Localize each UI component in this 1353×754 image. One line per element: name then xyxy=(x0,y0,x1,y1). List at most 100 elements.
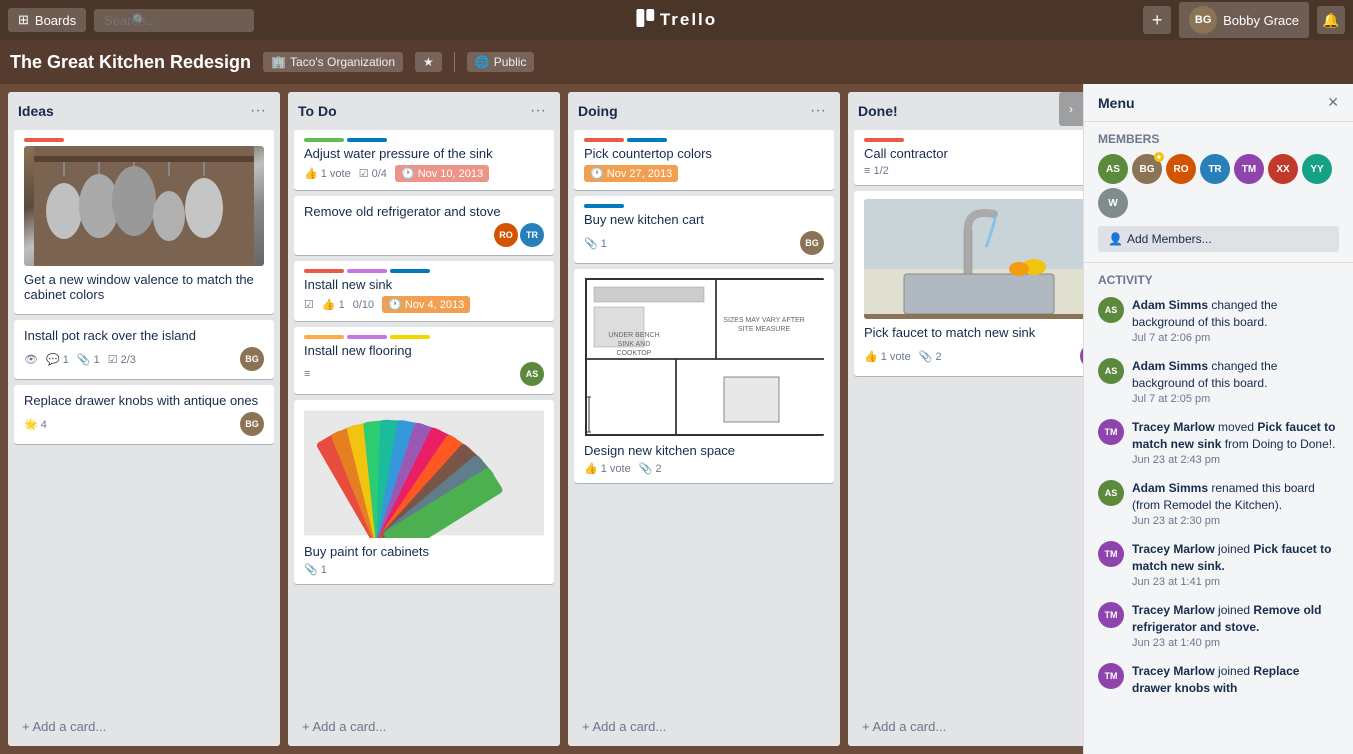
list-cards-todo: Adjust water pressure of the sink 👍 1 vo… xyxy=(288,130,560,713)
app-name: Trello xyxy=(660,10,717,30)
activity-time: Jun 23 at 2:30 pm xyxy=(1132,514,1339,529)
list-menu-button-doing[interactable]: ··· xyxy=(806,100,830,122)
star-button[interactable]: ★ xyxy=(415,52,442,72)
add-card-button-ideas[interactable]: + Add a card... xyxy=(14,713,274,740)
member-avatar-tm[interactable]: TM xyxy=(1234,154,1264,184)
add-card-button-todo[interactable]: + Add a card... xyxy=(294,713,554,740)
activity-item-1: AS Adam Simms changed the background of … xyxy=(1098,297,1339,346)
card-countertop-colors[interactable]: Pick countertop colors 🕐 Nov 27, 2013 xyxy=(574,130,834,190)
activity-text: Tracey Marlow joined Remove old refriger… xyxy=(1132,602,1339,651)
card-labels xyxy=(304,269,544,273)
member-avatar-tr[interactable]: TR xyxy=(1200,154,1230,184)
card-water-pressure[interactable]: Adjust water pressure of the sink 👍 1 vo… xyxy=(294,130,554,190)
org-button[interactable]: 🏢 Taco's Organization xyxy=(263,52,403,72)
card-drawer-knobs[interactable]: Replace drawer knobs with antique ones 🌟… xyxy=(14,385,274,444)
list-cards-doing: Pick countertop colors 🕐 Nov 27, 2013 Bu… xyxy=(568,130,840,713)
card-call-contractor[interactable]: Call contractor ≡ 1/2 xyxy=(854,130,1114,185)
list-title-ideas: Ideas xyxy=(18,103,54,119)
card-labels xyxy=(584,138,824,142)
paint-swatches-illustration xyxy=(304,408,544,538)
add-card-button-done[interactable]: + Add a card... xyxy=(854,713,1114,740)
activity-time: Jul 7 at 2:05 pm xyxy=(1132,392,1339,407)
card-remove-fridge[interactable]: Remove old refrigerator and stove RO TR xyxy=(294,196,554,255)
add-button[interactable]: + xyxy=(1143,6,1171,34)
activity-avatar: TM xyxy=(1098,663,1124,689)
svg-text:UNDER BENCH: UNDER BENCH xyxy=(608,332,659,339)
card-pick-faucet[interactable]: Pick faucet to match new sink 👍 1 vote 📎… xyxy=(854,191,1114,376)
list-title-done: Done! xyxy=(858,103,898,119)
card-pot-rack[interactable]: Install pot rack over the island 👁 💬 1 📎… xyxy=(14,320,274,379)
svg-text:SIZES MAY VARY AFTER: SIZES MAY VARY AFTER xyxy=(723,317,804,324)
card-kitchen-cart[interactable]: Buy new kitchen cart 📎 1 BG xyxy=(574,196,834,263)
card-footer: 🌟 4 BG xyxy=(24,412,264,436)
toggle-panel-button[interactable]: › xyxy=(1059,92,1083,126)
boards-button[interactable]: ⊞ Boards xyxy=(8,8,86,32)
menu-title: Menu xyxy=(1098,95,1135,111)
card-footer: 📎 1 xyxy=(304,563,544,576)
card-image-floorplan: UNDER BENCH SINK AND COOKTOP SIZES MAY V… xyxy=(584,277,824,437)
badge-votes: 👍 1 vote xyxy=(584,462,631,475)
member-avatar-bg[interactable]: BG ★ xyxy=(1132,154,1162,184)
label-red xyxy=(864,138,904,142)
card-title: Buy paint for cabinets xyxy=(304,544,544,559)
card-footer: ≡ 1/2 xyxy=(864,165,1104,177)
badge-comments: 💬 1 xyxy=(46,353,69,366)
search-input[interactable] xyxy=(94,9,254,32)
activity-text: Tracey Marlow joined Replace drawer knob… xyxy=(1132,663,1339,697)
board-title[interactable]: The Great Kitchen Redesign xyxy=(10,52,251,73)
card-title: Get a new window valence to match the ca… xyxy=(24,272,264,302)
card-footer: 👍 1 vote ☑ 0/4 🕐 Nov 10, 2013 xyxy=(304,165,544,182)
member-avatar-yy[interactable]: YY xyxy=(1302,154,1332,184)
notification-button[interactable]: 🔔 xyxy=(1317,6,1345,34)
list-menu-button-ideas[interactable]: ··· xyxy=(246,100,270,122)
card-avatar: BG xyxy=(800,231,824,255)
card-install-sink[interactable]: Install new sink ☑ 👍 1 0/10 🕐 Nov 4, 201… xyxy=(294,261,554,321)
label-green xyxy=(304,138,344,142)
badge-date: 🕐 Nov 4, 2013 xyxy=(382,296,470,313)
card-image-kitchen xyxy=(864,199,1104,319)
user-name: Bobby Grace xyxy=(1223,13,1299,28)
app-logo: Trello xyxy=(636,9,717,32)
activity-avatar: TM xyxy=(1098,602,1124,628)
search-icon: 🔍 xyxy=(132,13,147,27)
top-nav: ⊞ Boards 🔍 Trello + BG Bobby Grace 🔔 xyxy=(0,0,1353,40)
list-header-todo: To Do ··· xyxy=(288,92,560,130)
activity-avatar: AS xyxy=(1098,297,1124,323)
card-footer: 🕐 Nov 27, 2013 xyxy=(584,165,824,182)
card-design-kitchen[interactable]: UNDER BENCH SINK AND COOKTOP SIZES MAY V… xyxy=(574,269,834,483)
member-avatar-ro[interactable]: RO xyxy=(1166,154,1196,184)
activity-item-7: TM Tracey Marlow joined Replace drawer k… xyxy=(1098,663,1339,697)
list-title-doing: Doing xyxy=(578,103,618,119)
card-avatar: BG xyxy=(240,412,264,436)
label-blue xyxy=(584,204,624,208)
list-header-doing: Doing ··· xyxy=(568,92,840,130)
label-blue xyxy=(347,138,387,142)
add-card-button-doing[interactable]: + Add a card... xyxy=(574,713,834,740)
card-install-flooring[interactable]: Install new flooring ≡ AS xyxy=(294,327,554,394)
badge-attachments: 📎 1 xyxy=(584,237,607,250)
menu-close-button[interactable]: ✕ xyxy=(1327,94,1339,111)
visibility-button[interactable]: 🌐 Public xyxy=(467,52,535,72)
label-purple xyxy=(347,269,387,273)
label-orange xyxy=(304,335,344,339)
badge-checklist: 0/10 xyxy=(353,299,374,311)
activity-avatar: AS xyxy=(1098,358,1124,384)
activity-text: Adam Simms renamed this board (from Remo… xyxy=(1132,480,1339,529)
label-red xyxy=(304,269,344,273)
member-avatar-xx[interactable]: XX xyxy=(1268,154,1298,184)
list-menu-button-todo[interactable]: ··· xyxy=(526,100,550,122)
member-avatar-w[interactable]: W xyxy=(1098,188,1128,218)
card-window-valence[interactable]: Get a new window valence to match the ca… xyxy=(14,130,274,314)
activity-item-3: TM Tracey Marlow moved Pick faucet to ma… xyxy=(1098,419,1339,468)
boards-label: Boards xyxy=(35,13,76,28)
activity-title: Activity xyxy=(1098,273,1339,287)
member-avatar-as[interactable]: AS xyxy=(1098,154,1128,184)
activity-section: Activity AS Adam Simms changed the backg… xyxy=(1084,263,1353,754)
card-title: Pick faucet to match new sink xyxy=(864,325,1104,340)
members-section: Members AS BG ★ RO TR TM XX YY W 👤 Add M… xyxy=(1084,122,1353,263)
avatar-1: RO xyxy=(494,223,518,247)
add-members-button[interactable]: 👤 Add Members... xyxy=(1098,226,1339,252)
list-done: Done! ··· Call contractor ≡ 1/2 xyxy=(848,92,1120,746)
user-menu-button[interactable]: BG Bobby Grace xyxy=(1179,2,1309,38)
card-buy-paint[interactable]: Buy paint for cabinets 📎 1 xyxy=(294,400,554,584)
